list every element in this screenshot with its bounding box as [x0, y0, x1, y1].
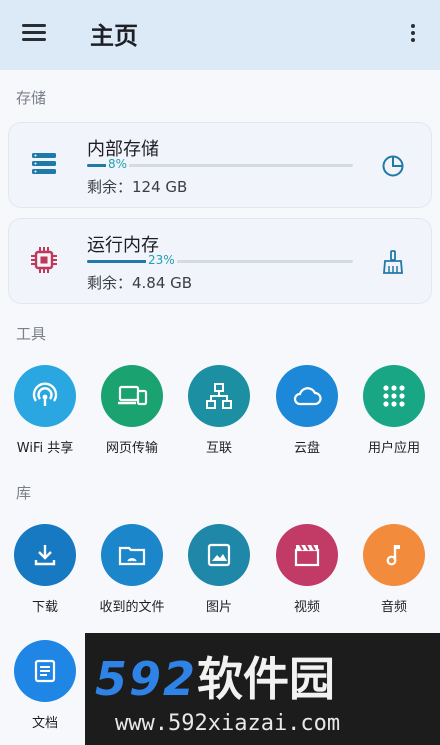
- watermark-url: www.592xiazai.com: [115, 711, 341, 736]
- hamburger-menu-icon[interactable]: [22, 22, 48, 44]
- video-clapper-icon: [276, 524, 338, 586]
- cloud-icon: [276, 365, 338, 427]
- library-downloads[interactable]: 下载: [2, 524, 88, 615]
- tile-label: 视频: [293, 600, 320, 615]
- ram-card[interactable]: 运行内存 23% 剩余：4.84 GB: [9, 219, 431, 303]
- page-title: 主页: [90, 22, 138, 50]
- tool-web-transfer[interactable]: 网页传输: [89, 365, 175, 456]
- remaining-text: 剩余：4.84 GB: [87, 274, 193, 292]
- library-images[interactable]: 图片: [176, 524, 262, 615]
- ram-progress-bar: [87, 260, 353, 263]
- library-documents[interactable]: 文档: [2, 640, 88, 731]
- tile-label: 收到的文件: [99, 600, 165, 615]
- library-audio[interactable]: 音频: [351, 524, 437, 615]
- watermark-overlay: 592软件园 www.592xiazai.com: [85, 633, 440, 745]
- section-storage: 存储: [16, 89, 47, 107]
- download-icon: [14, 524, 76, 586]
- progress-fill: [87, 260, 149, 263]
- music-note-icon: [363, 524, 425, 586]
- broom-clean-icon[interactable]: [380, 249, 406, 275]
- tool-cloud-drive[interactable]: 云盘: [264, 365, 350, 456]
- devices-icon: [101, 365, 163, 427]
- tile-label: 用户应用: [367, 441, 420, 456]
- network-hierarchy-icon: [188, 365, 250, 427]
- library-received-files[interactable]: 收到的文件: [89, 524, 175, 615]
- tile-label: 文档: [31, 716, 58, 731]
- tool-wifi-share[interactable]: WiFi 共享: [2, 365, 88, 456]
- tile-label: 图片: [205, 600, 232, 615]
- internal-storage-card[interactable]: 内部存储 8% 剩余：124 GB: [9, 123, 431, 207]
- more-vertical-icon[interactable]: [404, 20, 422, 46]
- section-tools: 工具: [16, 325, 47, 343]
- received-folder-icon: [101, 524, 163, 586]
- watermark-cn: 软件园: [197, 652, 336, 706]
- memory-chip-icon: [29, 245, 59, 275]
- app-bar: 主页: [0, 0, 440, 70]
- tile-label: 云盘: [293, 441, 320, 456]
- tile-label: 网页传输: [105, 441, 158, 456]
- watermark-digits: 592: [95, 652, 198, 706]
- tile-label: 音频: [380, 600, 407, 615]
- image-icon: [188, 524, 250, 586]
- library-videos[interactable]: 视频: [264, 524, 350, 615]
- remaining-text: 剩余：124 GB: [87, 178, 188, 196]
- watermark-brand: 592软件园: [95, 643, 335, 709]
- wifi-share-icon: [14, 365, 76, 427]
- tool-interconnect[interactable]: 互联: [176, 365, 262, 456]
- pie-chart-icon[interactable]: [380, 153, 406, 179]
- progress-percent: 8%: [106, 157, 130, 171]
- progress-percent: 23%: [146, 253, 177, 267]
- tile-label: 互联: [205, 441, 232, 456]
- tile-label: 下载: [31, 600, 58, 615]
- apps-grid-icon: [363, 365, 425, 427]
- storage-server-icon: [29, 149, 59, 179]
- tile-label: WiFi 共享: [16, 441, 74, 456]
- tool-user-apps[interactable]: 用户应用: [351, 365, 437, 456]
- document-icon: [14, 640, 76, 702]
- section-library: 库: [16, 484, 32, 502]
